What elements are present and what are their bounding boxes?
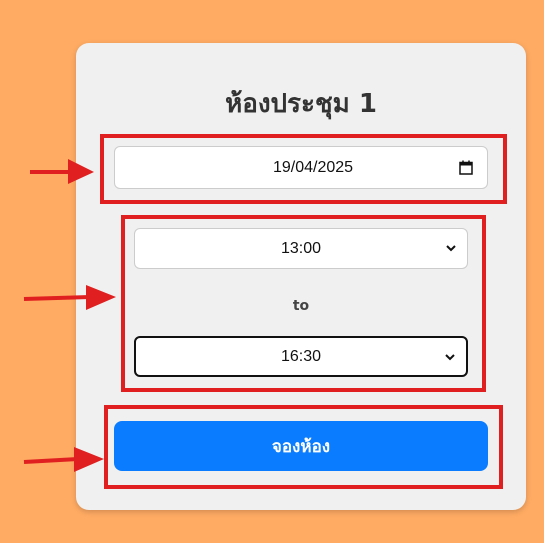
- room-title: ห้องประชุม 1: [225, 89, 377, 119]
- time-separator-label: to: [292, 298, 310, 314]
- arrow-right-icon: [23, 447, 104, 472]
- page: ห้องประชุม 1 19/04/2025 13:00 to 16:30 จ…: [0, 0, 544, 543]
- date-value: 19/04/2025: [272, 158, 354, 176]
- book-room-button[interactable]: จองห้อง: [114, 421, 488, 471]
- end-time-value: 16:30: [280, 347, 322, 365]
- chevron-down-icon: [446, 245, 456, 252]
- chevron-down-icon: [445, 354, 455, 361]
- start-time-value: 13:00: [280, 239, 322, 257]
- start-time-select[interactable]: 13:00: [134, 228, 468, 269]
- arrow-right-icon: [30, 159, 94, 184]
- date-input[interactable]: 19/04/2025: [114, 146, 488, 189]
- calendar-icon[interactable]: [459, 160, 473, 175]
- arrow-right-icon: [23, 285, 116, 310]
- end-time-select[interactable]: 16:30: [134, 336, 468, 377]
